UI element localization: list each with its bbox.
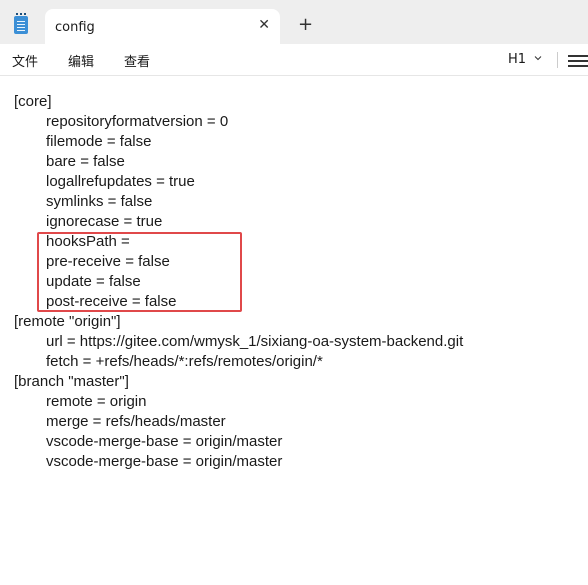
chevron-down-icon[interactable] [534,54,542,62]
menu-edit[interactable]: 编辑 [68,51,94,70]
config-line: fetch = +refs/heads/*:refs/remotes/origi… [46,353,323,370]
title-bar: config ✕ + [0,0,588,44]
config-line: ignorecase = true [46,213,163,230]
config-line: url = https://gitee.com/wmysk_1/sixiang-… [46,333,464,350]
menu-view[interactable]: 查看 [124,51,150,70]
notepad-icon [14,13,28,34]
config-line: logallrefupdates = true [46,173,195,190]
config-line: remote = origin [46,393,147,410]
section-branch: [branch "master"] [14,373,129,390]
config-line: merge = refs/heads/master [46,413,226,430]
config-line: symlinks = false [46,193,153,210]
plus-icon[interactable]: + [298,16,313,34]
section-core: [core] [14,93,52,110]
highlight-annotation-box [37,232,242,312]
tab-config[interactable]: config ✕ [45,9,280,44]
close-icon[interactable]: ✕ [258,17,270,33]
tab-title: config [55,20,95,35]
menu-file[interactable]: 文件 [12,51,38,70]
text-editor[interactable]: [core] repositoryformatversion = 0 filem… [0,77,588,585]
config-line: vscode-merge-base = origin/master [46,433,283,450]
list-icon[interactable] [568,55,588,67]
section-remote: [remote "origin"] [14,313,121,330]
heading-level-select[interactable]: H1 [508,52,526,67]
config-line: repositoryformatversion = 0 [46,113,229,130]
config-line: filemode = false [46,133,152,150]
config-line: vscode-merge-base = origin/master [46,453,283,470]
menu-divider [557,52,558,68]
menu-bar: 文件 编辑 查看 H1 [0,44,588,76]
config-line: bare = false [46,153,125,170]
